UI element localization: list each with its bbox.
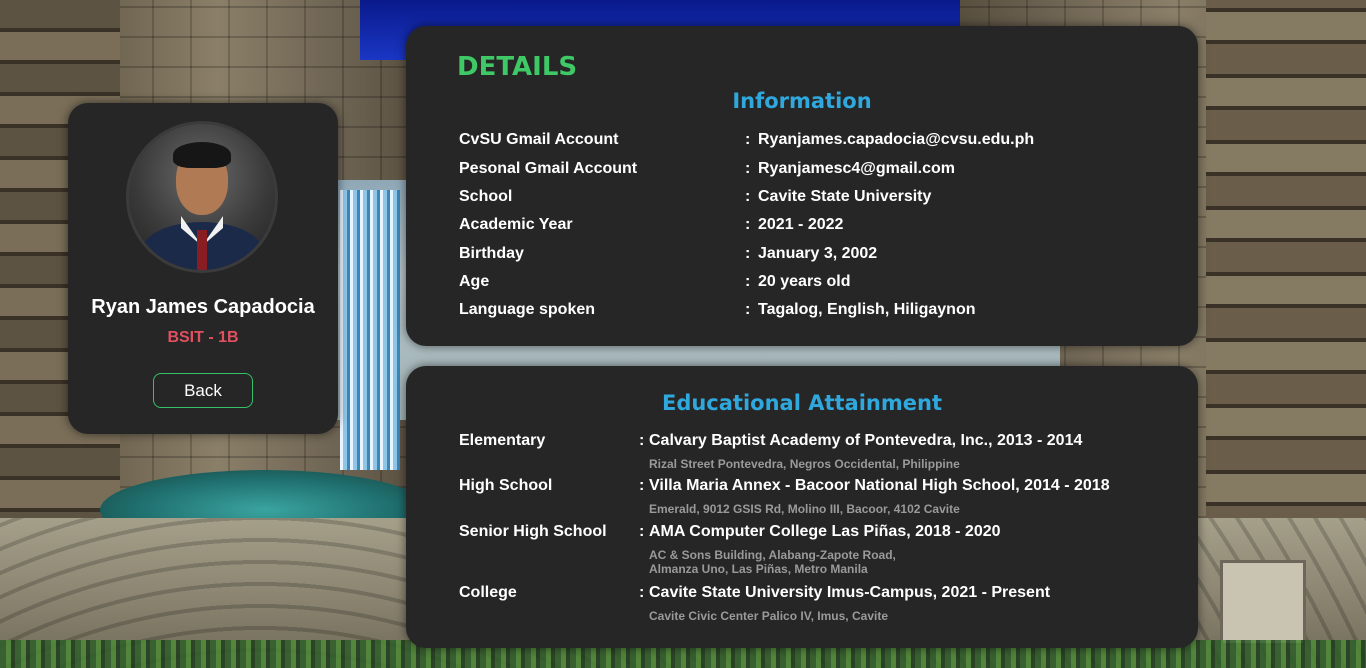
education-heading: Educational Attainment: [661, 391, 942, 415]
edu-address: Rizal Street Pontevedra, Negros Occident…: [649, 457, 960, 471]
separator: :: [639, 523, 645, 540]
edu-address-line-2: Almanza Uno, Las Piñas, Metro Manila: [649, 562, 868, 576]
info-value: 2021 - 2022: [758, 216, 844, 233]
info-label: School: [459, 188, 513, 205]
edu-school: Cavite State University Imus-Campus, 202…: [649, 584, 1051, 601]
edu-label: Elementary: [459, 432, 546, 449]
edu-address-line-1: AC & Sons Building, Alabang-Zapote Road,: [649, 548, 896, 562]
info-label: Birthday: [459, 245, 524, 262]
info-label: Academic Year: [459, 216, 573, 233]
edu-school: Villa Maria Annex - Bacoor National High…: [649, 477, 1110, 494]
profile-name: Ryan James Capadocia: [91, 296, 315, 318]
info-row-language: Language spoken : Tagalog, English, Hili…: [459, 301, 1159, 323]
info-row-academic-year: Academic Year : 2021 - 2022: [459, 216, 1159, 238]
info-row-age: Age : 20 years old: [459, 273, 1159, 295]
info-label: CvSU Gmail Account: [459, 131, 619, 148]
info-value: Cavite State University: [758, 188, 932, 205]
separator: :: [745, 131, 751, 148]
info-value: 20 years old: [758, 273, 851, 290]
separator: :: [745, 273, 751, 290]
details-title: DETAILS: [457, 52, 578, 82]
edu-label: High School: [459, 477, 553, 494]
separator: :: [745, 160, 751, 177]
back-button[interactable]: Back: [153, 373, 253, 408]
separator: :: [639, 584, 645, 601]
info-row-birthday: Birthday : January 3, 2002: [459, 245, 1159, 267]
info-value: Ryanjames.capadocia@cvsu.edu.ph: [758, 131, 1035, 148]
education-card: Educational Attainment Elementary : Calv…: [406, 366, 1198, 648]
edu-school: Calvary Baptist Academy of Pontevedra, I…: [649, 432, 1083, 449]
info-value: Ryanjamesc4@gmail.com: [758, 160, 956, 177]
edu-label: College: [459, 584, 517, 601]
separator: :: [639, 477, 645, 494]
avatar: [126, 121, 278, 273]
info-value: Tagalog, English, Hiligaynon: [758, 301, 976, 318]
info-row-cvsu-gmail: CvSU Gmail Account : Ryanjames.capadocia…: [459, 131, 1159, 153]
info-row-school: School : Cavite State University: [459, 188, 1159, 210]
separator: :: [745, 301, 751, 318]
edu-school: AMA Computer College Las Piñas, 2018 - 2…: [649, 523, 1001, 540]
info-value: January 3, 2002: [758, 245, 878, 262]
edu-address: Emerald, 9012 GSIS Rd, Molino III, Bacoo…: [649, 502, 960, 516]
info-label: Language spoken: [459, 301, 596, 318]
profile-card: Ryan James Capadocia BSIT - 1B Back: [68, 103, 338, 434]
edu-address: AC & Sons Building, Alabang-Zapote Road,…: [649, 548, 896, 576]
separator: :: [639, 432, 645, 449]
section-badge: BSIT - 1B: [167, 329, 239, 346]
info-row-personal-gmail: Pesonal Gmail Account : Ryanjamesc4@gmai…: [459, 160, 1159, 182]
edu-address: Cavite Civic Center Palico IV, Imus, Cav…: [649, 609, 888, 623]
details-card: DETAILS Information CvSU Gmail Account :…: [406, 26, 1198, 346]
separator: :: [745, 216, 751, 233]
separator: :: [745, 188, 751, 205]
separator: :: [745, 245, 751, 262]
info-label: Pesonal Gmail Account: [459, 160, 638, 177]
info-label: Age: [459, 273, 490, 290]
edu-label: Senior High School: [459, 523, 607, 540]
information-heading: Information: [732, 89, 872, 113]
